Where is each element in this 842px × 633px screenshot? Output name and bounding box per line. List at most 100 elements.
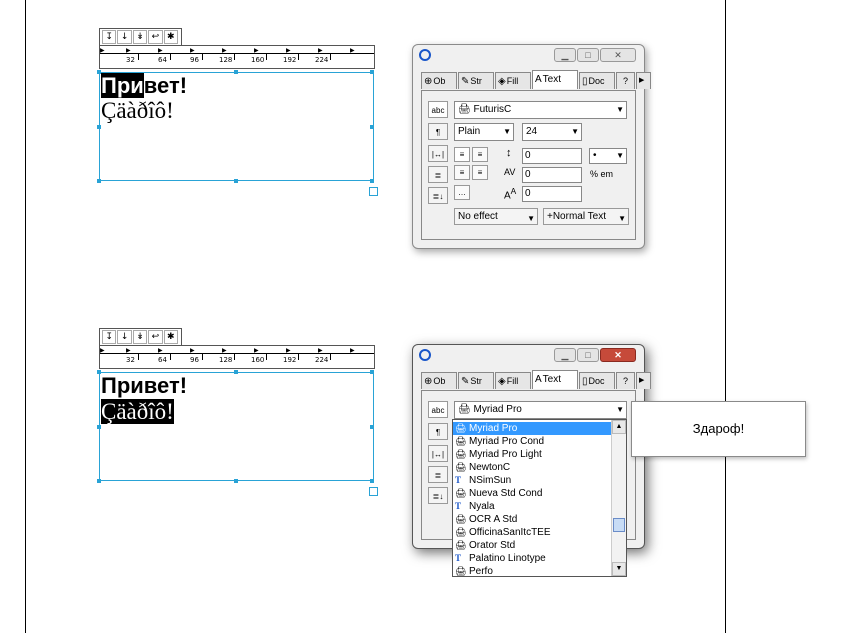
selection-handle[interactable] bbox=[234, 479, 238, 483]
font-list-item[interactable]: 🖨 Myriad Pro Light bbox=[453, 448, 613, 461]
spacing-mode-button[interactable]: |↔| bbox=[428, 145, 448, 162]
tab-object[interactable]: ⊕Ob bbox=[421, 72, 457, 89]
selection-handle[interactable] bbox=[370, 479, 374, 483]
font-dropdown-list[interactable]: 🖨 Myriad Pro 🖨 Myriad Pro Cond 🖨 Myriad Pro L… bbox=[452, 419, 627, 577]
selection-handle[interactable] bbox=[370, 70, 374, 74]
align-right-button[interactable]: ≡ bbox=[454, 165, 470, 180]
text-style-dropdown[interactable]: +Normal Text ▼ bbox=[543, 208, 629, 225]
char-mode-button[interactable]: abc bbox=[428, 101, 448, 118]
tab-left-icon[interactable]: ↧ bbox=[102, 330, 117, 344]
tab-object[interactable]: ⊕Ob bbox=[421, 372, 457, 389]
ruler-tab-stop-icon[interactable]: ▶ bbox=[126, 347, 131, 354]
ruler-indent-marker-icon[interactable]: ▶ bbox=[100, 347, 105, 354]
ruler-tab-stop-icon[interactable]: ▶ bbox=[222, 47, 227, 54]
selection-handle[interactable] bbox=[97, 179, 101, 183]
selection-handle[interactable] bbox=[97, 70, 101, 74]
text-ruler[interactable]: ▶ ▶ ▶ ▶ ▶ ▶ ▶ ▶ ▶ 32 64 96 128 160 192 2… bbox=[99, 45, 375, 69]
ruler-tab-stop-icon[interactable]: ▶ bbox=[286, 347, 291, 354]
help-button[interactable]: ? bbox=[616, 372, 635, 389]
more-options-button[interactable]: … bbox=[454, 185, 470, 200]
align-center-button[interactable]: ≡ bbox=[472, 147, 488, 162]
close-button[interactable]: ✕ bbox=[600, 348, 636, 362]
font-name-combo[interactable]: 🖨 FuturisC ▼ bbox=[454, 101, 627, 119]
text-line-1[interactable]: Привет! bbox=[101, 73, 187, 98]
selection-handle[interactable] bbox=[234, 370, 238, 374]
minimize-button[interactable]: ▁ bbox=[554, 348, 576, 362]
font-list-item[interactable]: T NSimSun bbox=[453, 474, 613, 487]
tab-fill[interactable]: ◈Fill bbox=[495, 372, 531, 389]
selection-handle[interactable] bbox=[370, 370, 374, 374]
tab-document[interactable]: ▯Doc bbox=[579, 72, 615, 89]
font-style-combo[interactable]: Plain ▼ bbox=[454, 123, 514, 141]
tab-scroll-right-icon[interactable]: ▶ bbox=[636, 72, 651, 89]
align-justify-button[interactable]: ≡ bbox=[472, 165, 488, 180]
text-line-2[interactable]: Çäàðîô! bbox=[101, 99, 174, 123]
tab-left-icon[interactable]: ↧ bbox=[102, 30, 117, 44]
align-left-button[interactable]: ≡ bbox=[454, 147, 470, 162]
font-name-combo[interactable]: 🖨 Myriad Pro ▼ bbox=[454, 401, 627, 419]
font-list-item[interactable]: T Palatino Linotype bbox=[453, 552, 613, 565]
tracking-field[interactable]: 0 bbox=[522, 167, 582, 183]
text-frame-top[interactable]: ↧ ↓ ↡ ↩ ✱ ▶ ▶ ▶ ▶ ▶ ▶ ▶ ▶ ▶ 32 64 96 128… bbox=[97, 28, 378, 196]
leading-field[interactable]: 0 bbox=[522, 148, 582, 164]
ruler-tab-stop-icon[interactable]: ▶ bbox=[158, 47, 163, 54]
plain-text[interactable]: вет! bbox=[144, 73, 187, 98]
font-size-combo[interactable]: 24 ▼ bbox=[522, 123, 582, 141]
font-list-item[interactable]: 🖨 Myriad Pro Cond bbox=[453, 435, 613, 448]
scroll-down-icon[interactable]: ▼ bbox=[612, 562, 626, 576]
ruler-tab-stop-icon[interactable]: ▶ bbox=[318, 347, 323, 354]
char-mode-button[interactable]: abc bbox=[428, 401, 448, 418]
help-button[interactable]: ? bbox=[616, 72, 635, 89]
columns-mode-button[interactable]: ≣ bbox=[428, 466, 448, 483]
font-list-item[interactable]: 🖨 Orator Std bbox=[453, 539, 613, 552]
tab-document[interactable]: ▯Doc bbox=[579, 372, 615, 389]
text-flow-button[interactable]: ≣↓ bbox=[428, 187, 448, 204]
baseline-shift-field[interactable]: 0 bbox=[522, 186, 582, 202]
tab-right-icon[interactable]: ↡ bbox=[132, 330, 148, 344]
tab-decimal-icon[interactable]: ↩ bbox=[148, 30, 163, 44]
minimize-button[interactable]: ▁ bbox=[554, 48, 576, 62]
font-list-item[interactable]: 🖨 OfficinaSanItcTEE bbox=[453, 526, 613, 539]
tab-text[interactable]: AText bbox=[532, 70, 578, 89]
font-list-item[interactable]: 🖨 Perfo bbox=[453, 565, 613, 576]
text-box[interactable]: Привет! Çäàðîô! bbox=[99, 72, 374, 181]
font-list-item[interactable]: 🖨 Myriad Pro bbox=[453, 422, 613, 435]
scroll-up-icon[interactable]: ▲ bbox=[612, 420, 626, 434]
ruler-tab-stop-icon[interactable]: ▶ bbox=[190, 347, 195, 354]
selection-handle[interactable] bbox=[370, 425, 374, 429]
selection-handle[interactable] bbox=[370, 125, 374, 129]
selected-text[interactable]: Çäàðîô! bbox=[101, 399, 174, 424]
text-box[interactable]: Привет! Çäàðîô! bbox=[99, 372, 374, 481]
tab-clear-icon[interactable]: ✱ bbox=[163, 330, 179, 344]
text-line-1[interactable]: Привет! bbox=[101, 374, 187, 398]
ruler-tab-stop-icon[interactable]: ▶ bbox=[350, 47, 355, 54]
font-list-item[interactable]: 🖨 OCR A Std bbox=[453, 513, 613, 526]
text-palette-window-top[interactable]: ▁ □ ✕ ⊕Ob ✎Str ◈Fill AText ▯Doc ? ▶ abc … bbox=[412, 44, 651, 249]
close-button[interactable]: ✕ bbox=[600, 48, 636, 62]
plain-text[interactable]: Привет! bbox=[101, 373, 187, 398]
tab-center-icon[interactable]: ↓ bbox=[117, 330, 132, 344]
font-list-item[interactable]: T Nyala bbox=[453, 500, 613, 513]
tab-stroke[interactable]: ✎Str bbox=[458, 372, 494, 389]
spacing-mode-button[interactable]: |↔| bbox=[428, 445, 448, 462]
ruler-tab-stop-icon[interactable]: ▶ bbox=[158, 347, 163, 354]
selection-handle[interactable] bbox=[97, 479, 101, 483]
font-list-item[interactable]: 🖨 NewtonC bbox=[453, 461, 613, 474]
ruler-indent-marker-icon[interactable]: ▶ bbox=[100, 47, 105, 54]
font-list-scrollbar[interactable]: ▲ ▼ bbox=[611, 420, 626, 576]
palette-titlebar[interactable]: ▁ □ ✕ bbox=[413, 345, 644, 367]
columns-mode-button[interactable]: ≣ bbox=[428, 166, 448, 183]
tab-clear-icon[interactable]: ✱ bbox=[163, 30, 179, 44]
tab-stroke[interactable]: ✎Str bbox=[458, 72, 494, 89]
ruler-tab-stop-icon[interactable]: ▶ bbox=[254, 47, 259, 54]
maximize-button[interactable]: □ bbox=[577, 48, 599, 62]
selection-handle[interactable] bbox=[97, 370, 101, 374]
tab-scroll-right-icon[interactable]: ▶ bbox=[636, 372, 651, 389]
selection-handle[interactable] bbox=[97, 425, 101, 429]
font-list-item[interactable]: 🖨 Nueva Std Cond bbox=[453, 487, 613, 500]
ruler-tab-stop-icon[interactable]: ▶ bbox=[126, 47, 131, 54]
paragraph-mode-button[interactable]: ¶ bbox=[428, 123, 448, 140]
tab-decimal-icon[interactable]: ↩ bbox=[148, 330, 163, 344]
text-overflow-handle[interactable] bbox=[369, 487, 378, 496]
text-flow-button[interactable]: ≣↓ bbox=[428, 487, 448, 504]
